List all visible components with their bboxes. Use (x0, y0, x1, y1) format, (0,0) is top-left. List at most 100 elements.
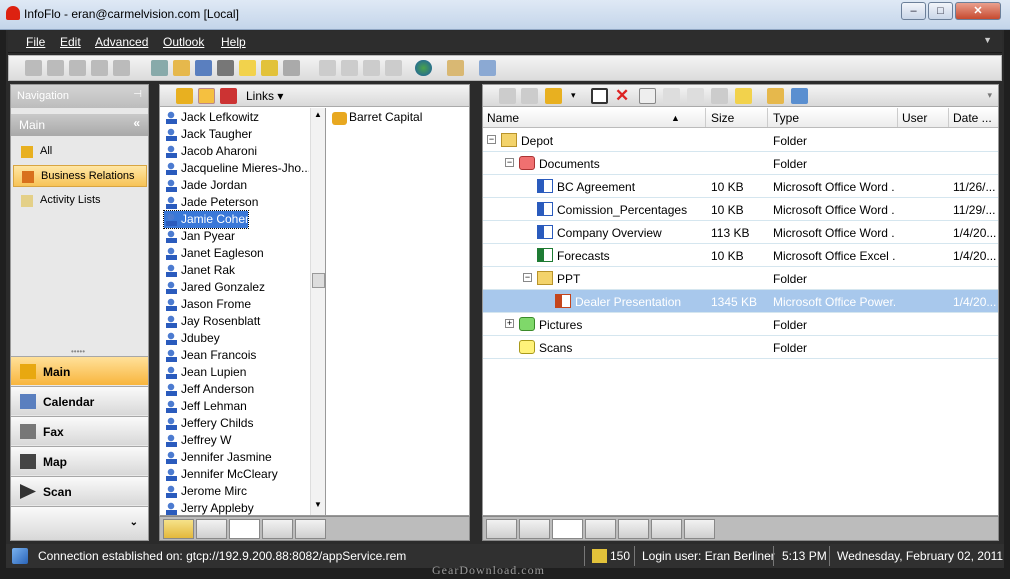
document-row[interactable]: Company Overview 113 KB Microsoft Office W… (483, 221, 998, 244)
contact-item[interactable]: Jean Francois (164, 347, 309, 364)
contact-item[interactable]: Jack Lefkowitz (164, 109, 309, 126)
dropdown-arrow-icon[interactable]: ▾ (571, 90, 576, 101)
close-button[interactable]: ✕ (955, 2, 1001, 20)
collapse-icon[interactable]: − (487, 135, 496, 144)
menu-edit[interactable]: Edit (60, 35, 81, 49)
contact-item[interactable]: Janet Eagleson (164, 245, 309, 262)
document-row[interactable]: Scans Folder (483, 336, 998, 359)
tab-people-icon[interactable] (196, 519, 227, 539)
fax-icon[interactable] (151, 60, 168, 76)
globe-icon[interactable] (415, 60, 432, 76)
sticky-notes-icon[interactable] (735, 88, 752, 104)
document-row[interactable]: Forecasts 10 KB Microsoft Office Excel ...… (483, 244, 998, 267)
link-icon[interactable] (91, 60, 108, 76)
linked-company[interactable]: Barret Capital (330, 110, 470, 127)
undo-icon[interactable] (711, 88, 728, 104)
clipboard-icon[interactable] (447, 60, 464, 76)
contact-item[interactable]: Jade Jordan (164, 177, 309, 194)
contact-card-icon[interactable] (283, 60, 300, 76)
collapse-icon[interactable]: − (523, 273, 532, 282)
nav-section-header[interactable]: Main « (11, 114, 148, 136)
maximize-button[interactable]: □ (928, 2, 953, 20)
nav-button-map[interactable]: Map (11, 446, 148, 475)
document-row[interactable]: Dealer Presentation 1345 KB Microsoft Offi… (483, 290, 998, 313)
contact-item[interactable]: Jdubey (164, 330, 309, 347)
scroll-down-icon[interactable]: ▼ (314, 500, 322, 509)
tab-note-icon[interactable] (684, 519, 715, 539)
contact-item[interactable]: Jerome Mirc (164, 483, 309, 500)
tab-card-icon[interactable] (262, 519, 293, 539)
contact-item[interactable]: Jacob Aharoni (164, 143, 309, 160)
tab-calendar-icon[interactable] (651, 519, 682, 539)
contact-item[interactable]: Janet Rak (164, 262, 309, 279)
copy-icon[interactable] (663, 88, 680, 104)
splitter-grip[interactable]: ••••• (71, 347, 85, 356)
contact-item[interactable]: Jason Frome (164, 296, 309, 313)
paste-icon[interactable] (687, 88, 704, 104)
calendar-icon[interactable] (195, 60, 212, 76)
contact-item[interactable]: Jay Rosenblatt (164, 313, 309, 330)
document-row[interactable]: − Depot Folder (483, 129, 998, 152)
org-chart-icon[interactable] (545, 88, 562, 104)
tab-handshake-icon[interactable] (295, 519, 326, 539)
links-dropdown[interactable]: Links ▾ (246, 89, 283, 103)
folder-open-icon[interactable] (173, 60, 190, 76)
nav-configure-button[interactable]: ⌄ (11, 506, 148, 540)
menu-outlook[interactable]: Outlook (163, 35, 204, 49)
document-row[interactable]: − Documents Folder (483, 152, 998, 175)
scroll-thumb[interactable] (312, 273, 325, 288)
contact-item[interactable]: Jade Peterson (164, 194, 309, 211)
contact-item[interactable]: Jerry Appleby (164, 500, 309, 517)
document-row[interactable]: + Pictures Folder (483, 313, 998, 336)
person-icon[interactable] (385, 60, 402, 76)
nav-item-activity-lists[interactable]: Activity Lists (13, 190, 147, 212)
contact-item[interactable]: Jeffrey W (164, 432, 309, 449)
column-type[interactable]: Type (773, 111, 799, 125)
nav-button-scan[interactable]: Scan (11, 476, 148, 505)
folder-add-icon[interactable] (521, 88, 538, 104)
text-select-icon[interactable] (591, 88, 608, 104)
column-divider[interactable] (767, 108, 768, 127)
tab-tools-icon[interactable] (519, 519, 550, 539)
column-user[interactable]: User (902, 111, 927, 125)
contact-item[interactable]: Jeff Anderson (164, 381, 309, 398)
nav-button-fax[interactable]: Fax (11, 416, 148, 445)
column-divider[interactable] (897, 108, 898, 127)
contact-item[interactable]: Jan Pyear (164, 228, 309, 245)
contact-item[interactable]: Jeffery Childs (164, 415, 309, 432)
contact-item[interactable]: Jennifer McCleary (164, 466, 309, 483)
minimize-button[interactable]: – (901, 2, 926, 20)
menu-overflow-icon[interactable]: ▼ (983, 35, 992, 45)
card-icon[interactable] (220, 88, 237, 104)
column-size[interactable]: Size (711, 111, 734, 125)
tools-icon[interactable] (217, 60, 234, 76)
contact-item[interactable]: Jack Taugher (164, 126, 309, 143)
card-icon[interactable] (113, 60, 130, 76)
toolbar-overflow-icon[interactable]: ▾ (987, 90, 992, 101)
window-layout-icon[interactable] (479, 60, 496, 76)
contact-scrollbar[interactable]: ▲ ▼ (310, 108, 326, 515)
contact-item[interactable]: Jennifer Jasmine (164, 449, 309, 466)
tab-contact-card-icon[interactable] (585, 519, 616, 539)
menu-advanced[interactable]: Advanced (95, 35, 148, 49)
document-stack-icon[interactable] (261, 60, 278, 76)
folder-open-icon[interactable] (767, 88, 784, 104)
collapse-icon[interactable]: « (133, 116, 140, 130)
sort-ascending-icon[interactable]: ▲ (671, 113, 680, 123)
tab-folder-icon[interactable] (552, 519, 583, 539)
person-upload-icon[interactable] (791, 88, 808, 104)
collapse-icon[interactable]: − (505, 158, 514, 167)
new-document-icon[interactable] (639, 88, 656, 104)
tab-contact-icon[interactable] (229, 519, 260, 539)
menu-file[interactable]: File (26, 35, 45, 49)
nav-item-all[interactable]: All (13, 141, 147, 163)
contact-item[interactable]: Jean Lupien (164, 364, 309, 381)
import-icon[interactable] (499, 88, 516, 104)
column-date[interactable]: Date ... (953, 111, 992, 125)
contact-tree-icon[interactable] (69, 60, 86, 76)
people-icon[interactable] (47, 60, 64, 76)
contact-item[interactable]: Jamie Cohen (163, 210, 249, 229)
contact-item[interactable]: Jared Gonzalez (164, 279, 309, 296)
org-chart-icon[interactable] (25, 60, 42, 76)
note-icon[interactable] (239, 60, 256, 76)
